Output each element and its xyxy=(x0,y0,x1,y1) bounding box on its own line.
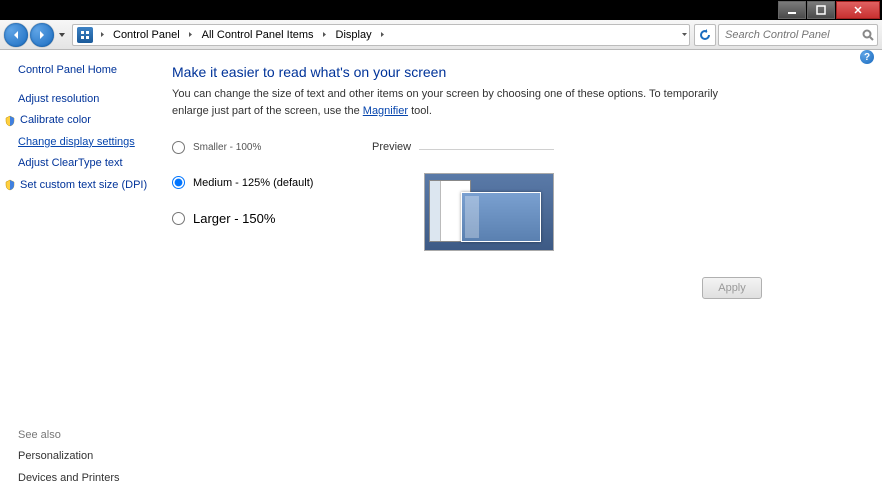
radio-smaller[interactable] xyxy=(172,141,185,154)
sidebar: Control Panel Home Adjust resolution Cal… xyxy=(0,64,172,500)
desc-text: You can change the size of text and othe… xyxy=(172,88,718,117)
preview-label: Preview xyxy=(372,141,411,153)
breadcrumb-item[interactable]: Control Panel xyxy=(107,25,186,45)
window-titlebar xyxy=(0,0,882,20)
breadcrumb[interactable]: Control Panel All Control Panel Items Di… xyxy=(72,24,690,46)
apply-row: Apply xyxy=(172,277,862,299)
sidebar-link-adjust-cleartype[interactable]: Adjust ClearType text xyxy=(18,156,168,171)
chevron-right-icon[interactable] xyxy=(378,31,388,38)
refresh-button[interactable] xyxy=(694,24,716,46)
preview-section: Preview xyxy=(372,141,554,251)
sidebar-link-custom-dpi[interactable]: Set custom text size (DPI) xyxy=(18,178,168,193)
content-body: Control Panel Home Adjust resolution Cal… xyxy=(0,64,882,500)
nav-history-dropdown[interactable] xyxy=(56,31,68,39)
breadcrumb-item[interactable]: Display xyxy=(330,25,378,45)
sidebar-link-label: Adjust resolution xyxy=(18,92,99,107)
help-row: ? xyxy=(0,50,882,64)
sidebar-link-change-display-settings[interactable]: Change display settings xyxy=(18,135,168,150)
minimize-button[interactable] xyxy=(778,1,806,19)
search-box[interactable] xyxy=(718,24,878,46)
sidebar-link-calibrate-color[interactable]: Calibrate color xyxy=(18,113,168,128)
shield-icon xyxy=(4,179,16,191)
sidebar-link-label: Calibrate color xyxy=(20,113,91,128)
size-options: Smaller - 100% Medium - 125% (default) L… xyxy=(172,141,372,251)
sidebar-link-label: Adjust ClearType text xyxy=(18,156,123,171)
forward-button[interactable] xyxy=(30,23,54,47)
address-bar: Control Panel All Control Panel Items Di… xyxy=(0,20,882,50)
back-button[interactable] xyxy=(4,23,28,47)
see-also-devices-printers[interactable]: Devices and Printers xyxy=(18,471,168,486)
help-icon[interactable]: ? xyxy=(860,50,874,64)
sidebar-link-label: Change display settings xyxy=(18,135,135,150)
radio-medium[interactable] xyxy=(172,176,185,189)
divider xyxy=(419,149,554,150)
preview-window-icon xyxy=(461,192,541,242)
option-larger[interactable]: Larger - 150% xyxy=(172,211,372,226)
search-icon[interactable] xyxy=(859,29,877,41)
window-controls xyxy=(777,1,880,19)
maximize-button[interactable] xyxy=(807,1,835,19)
sidebar-link-adjust-resolution[interactable]: Adjust resolution xyxy=(18,92,168,107)
option-label: Smaller - 100% xyxy=(193,142,261,153)
shield-icon xyxy=(4,115,16,127)
search-input[interactable] xyxy=(719,29,859,41)
chevron-down-icon[interactable] xyxy=(679,31,689,38)
chevron-right-icon[interactable] xyxy=(186,31,196,38)
see-also-heading: See also xyxy=(18,429,168,441)
preview-image xyxy=(424,173,554,251)
apply-button[interactable]: Apply xyxy=(702,277,762,299)
magnifier-link[interactable]: Magnifier xyxy=(363,105,408,117)
sidebar-link-label: Set custom text size (DPI) xyxy=(20,178,147,193)
radio-larger[interactable] xyxy=(172,212,185,225)
option-label: Medium - 125% (default) xyxy=(193,177,313,189)
see-also-personalization[interactable]: Personalization xyxy=(18,449,168,464)
option-label: Larger - 150% xyxy=(193,211,275,226)
options-row: Smaller - 100% Medium - 125% (default) L… xyxy=(172,141,862,251)
control-panel-home-link[interactable]: Control Panel Home xyxy=(18,64,168,76)
desc-text: tool. xyxy=(408,105,432,117)
breadcrumb-item[interactable]: All Control Panel Items xyxy=(196,25,320,45)
page-description: You can change the size of text and othe… xyxy=(172,86,752,119)
page-title: Make it easier to read what's on your sc… xyxy=(172,64,862,80)
option-medium[interactable]: Medium - 125% (default) xyxy=(172,176,372,189)
close-button[interactable] xyxy=(836,1,880,19)
chevron-right-icon[interactable] xyxy=(97,31,107,38)
option-smaller[interactable]: Smaller - 100% xyxy=(172,141,372,154)
chevron-right-icon[interactable] xyxy=(320,31,330,38)
control-panel-icon xyxy=(77,27,93,43)
main-content: Make it easier to read what's on your sc… xyxy=(172,64,882,500)
